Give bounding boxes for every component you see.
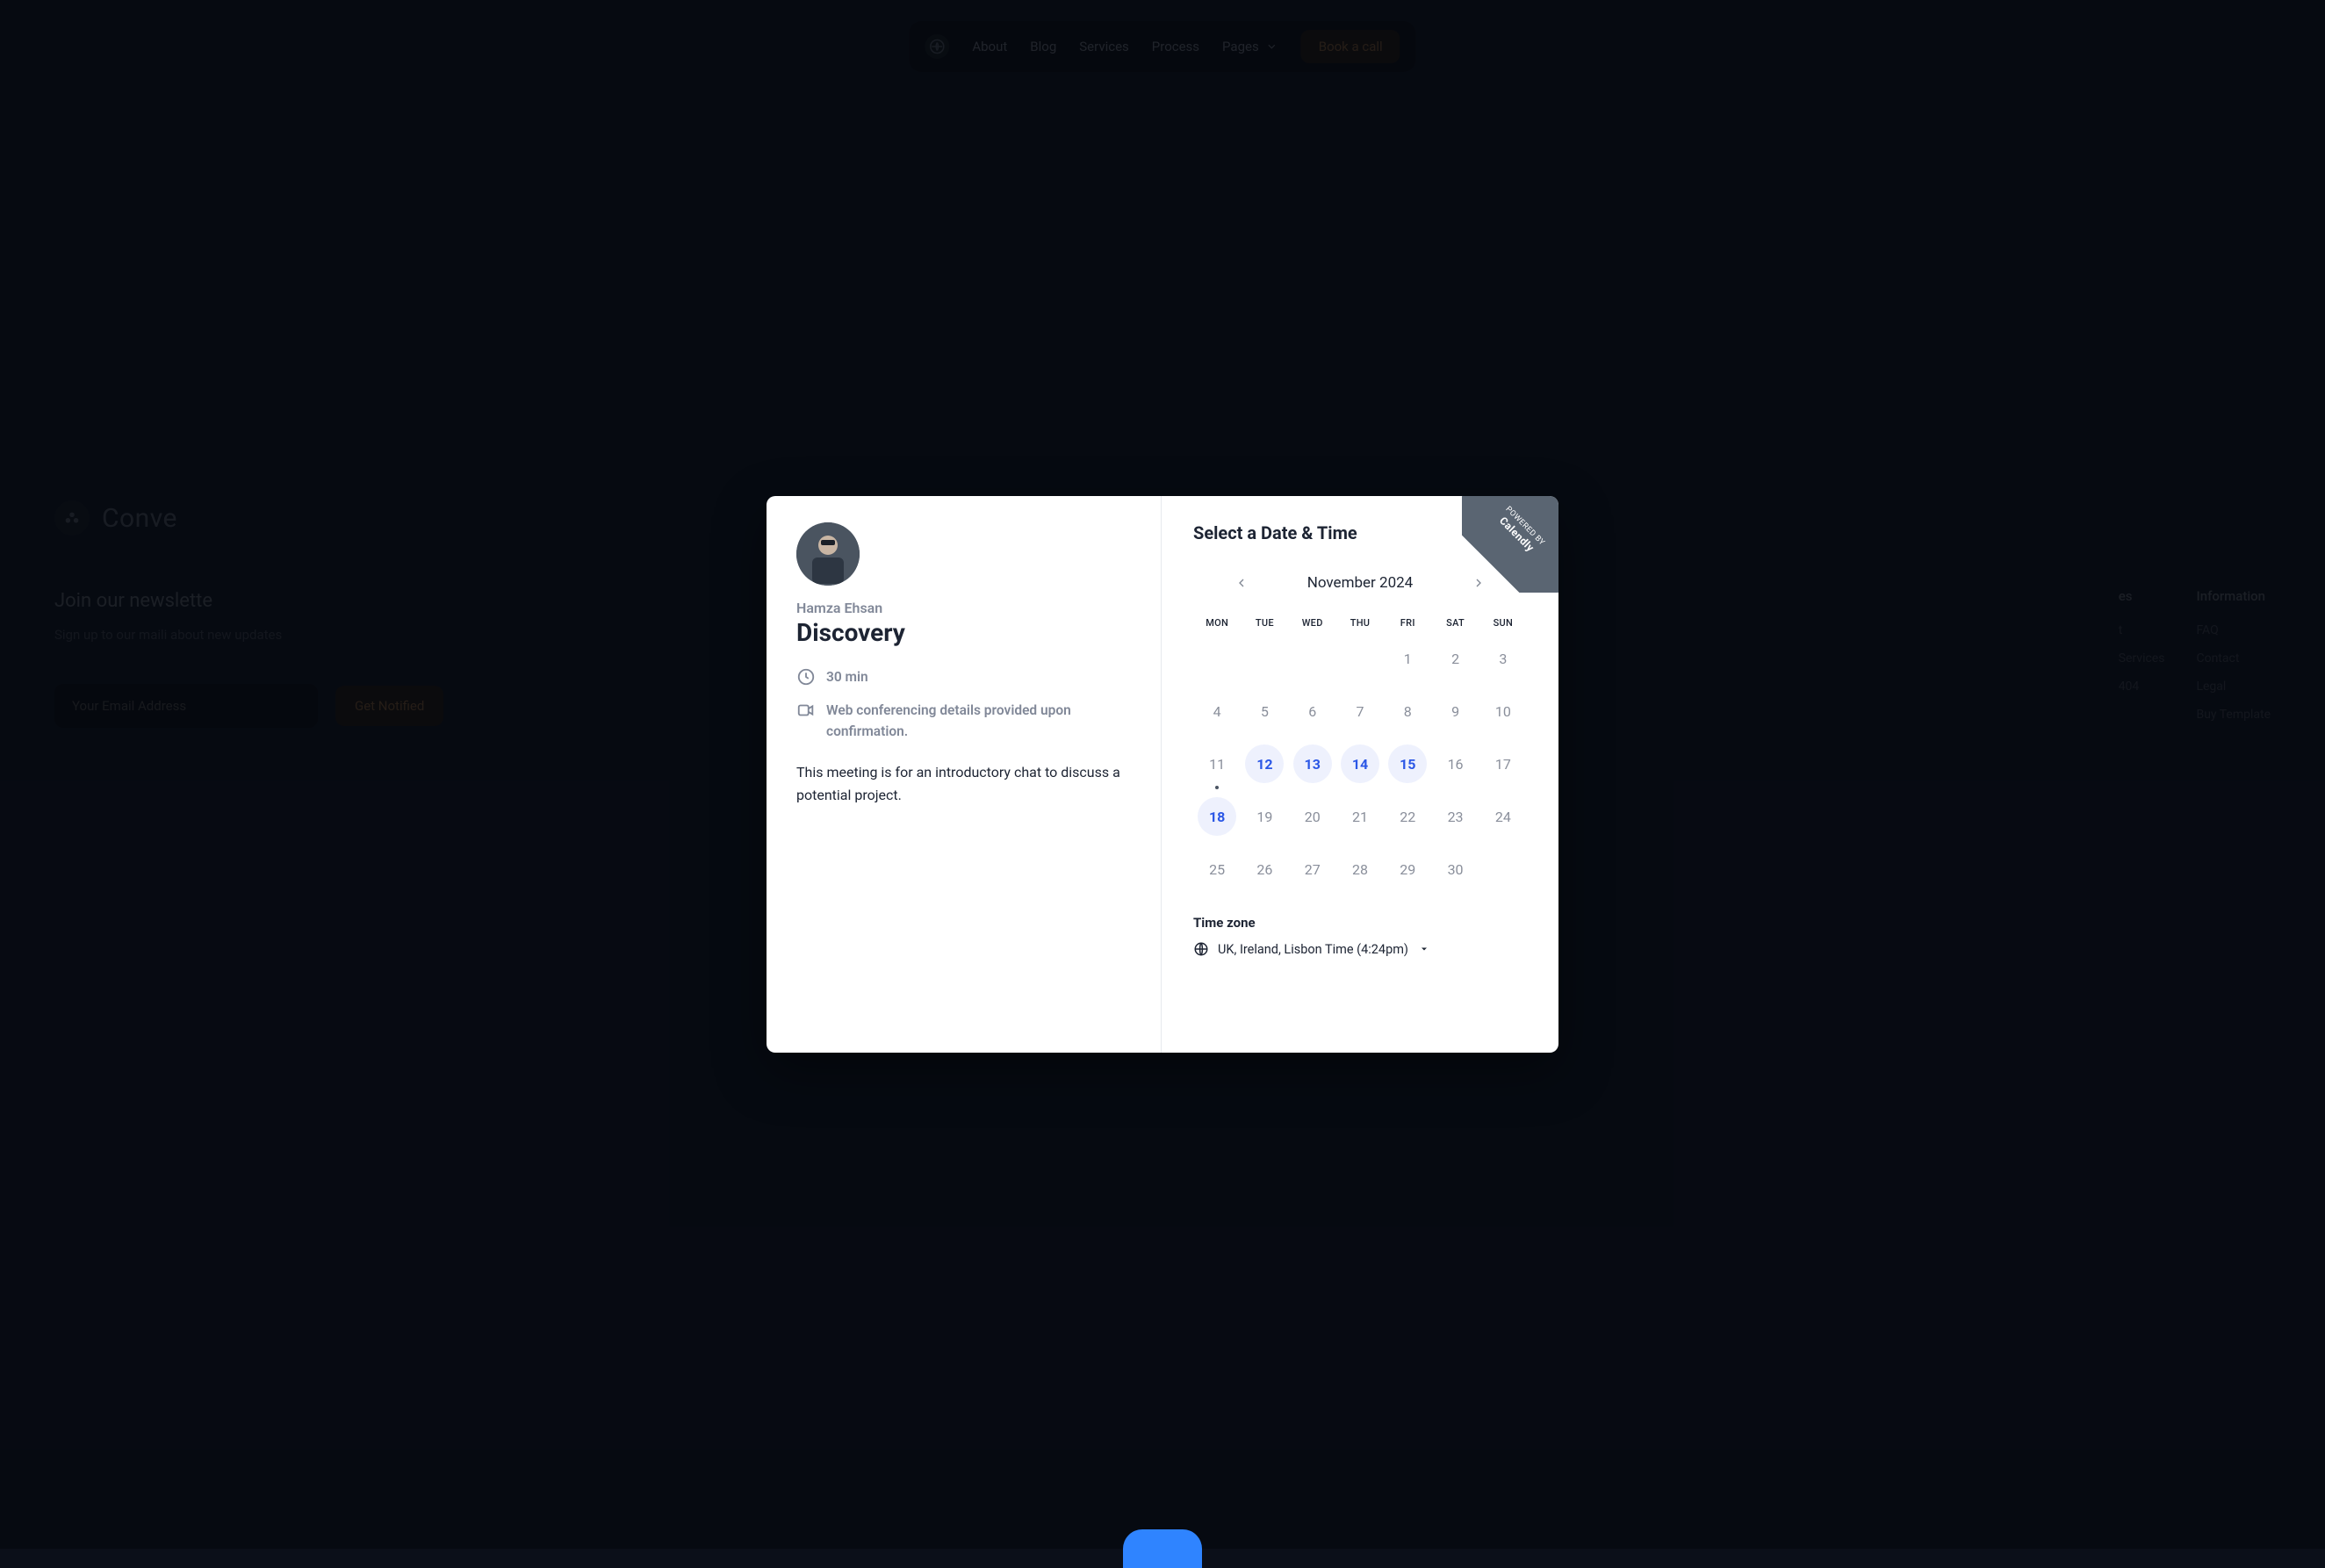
calendar-day: 19 xyxy=(1241,797,1288,836)
video-icon xyxy=(796,701,816,720)
timezone-value: UK, Ireland, Lisbon Time (4:24pm) xyxy=(1218,942,1408,957)
weekday-label: MON xyxy=(1193,617,1241,629)
calendar-day: 23 xyxy=(1431,797,1479,836)
weekday-label: WED xyxy=(1289,617,1336,629)
calendar-day-today: 11 xyxy=(1193,744,1241,783)
calendar-panel: POWERED BYCalendly Select a Date & Time … xyxy=(1162,496,1558,1053)
calendar-day: 24 xyxy=(1479,797,1527,836)
calendar-day: 4 xyxy=(1193,692,1241,730)
globe-icon xyxy=(1193,941,1209,957)
select-date-title: Select a Date & Time xyxy=(1193,522,1527,543)
month-label: November 2024 xyxy=(1307,574,1414,592)
timezone-label: Time zone xyxy=(1193,915,1527,931)
weekday-label: SUN xyxy=(1479,617,1527,629)
calendar-day xyxy=(1193,639,1241,678)
chevron-left-icon xyxy=(1234,576,1249,590)
event-description: This meeting is for an introductory chat… xyxy=(796,761,1133,808)
calendar-day: 1 xyxy=(1384,639,1431,678)
calendar-day: 7 xyxy=(1336,692,1384,730)
weekday-label: SAT xyxy=(1431,617,1479,629)
caret-down-icon xyxy=(1419,944,1429,954)
calendar-day: 5 xyxy=(1241,692,1288,730)
calendar-day-available[interactable]: 18 xyxy=(1193,797,1241,836)
calendar-day: 16 xyxy=(1431,744,1479,783)
calendar-day: 9 xyxy=(1431,692,1479,730)
calendar-day: 17 xyxy=(1479,744,1527,783)
duration-text: 30 min xyxy=(826,666,868,687)
calendar-day: 30 xyxy=(1431,850,1479,888)
weekday-label: TUE xyxy=(1241,617,1288,629)
next-month-button[interactable] xyxy=(1465,570,1492,596)
scheduling-modal: Hamza Ehsan Discovery 30 min Web confere… xyxy=(767,496,1558,1053)
weekday-header: MONTUEWEDTHUFRISATSUN xyxy=(1193,617,1527,629)
calendar-day-available[interactable]: 12 xyxy=(1241,744,1288,783)
location-row: Web conferencing details provided upon c… xyxy=(796,700,1133,742)
calendar-day: 8 xyxy=(1384,692,1431,730)
calendar-day: 22 xyxy=(1384,797,1431,836)
duration-row: 30 min xyxy=(796,666,1133,687)
event-details-panel: Hamza Ehsan Discovery 30 min Web confere… xyxy=(767,496,1162,1053)
calendar-day: 28 xyxy=(1336,850,1384,888)
calendar-day xyxy=(1241,639,1288,678)
calendar-day-available[interactable]: 15 xyxy=(1384,744,1431,783)
calendar-day: 21 xyxy=(1336,797,1384,836)
calendar-day-available[interactable]: 13 xyxy=(1289,744,1336,783)
host-name: Hamza Ehsan xyxy=(796,600,1133,616)
prev-month-button[interactable] xyxy=(1228,570,1255,596)
calendar-day: 27 xyxy=(1289,850,1336,888)
weekday-label: FRI xyxy=(1384,617,1431,629)
host-avatar xyxy=(796,522,860,586)
calendar-day: 29 xyxy=(1384,850,1431,888)
event-title: Discovery xyxy=(796,618,1133,647)
clock-icon xyxy=(796,667,816,687)
calendar-day: 10 xyxy=(1479,692,1527,730)
calendar-day: 6 xyxy=(1289,692,1336,730)
calendar-day: 2 xyxy=(1431,639,1479,678)
chevron-right-icon xyxy=(1472,576,1486,590)
calendar-day xyxy=(1336,639,1384,678)
location-text: Web conferencing details provided upon c… xyxy=(826,700,1133,742)
calendar-day: 25 xyxy=(1193,850,1241,888)
timezone-selector[interactable]: UK, Ireland, Lisbon Time (4:24pm) xyxy=(1193,941,1527,957)
calendar-grid: 1234567891011121314151617181920212223242… xyxy=(1193,639,1527,888)
calendar-day xyxy=(1289,639,1336,678)
calendar-day: 3 xyxy=(1479,639,1527,678)
bottom-tab-indicator xyxy=(1123,1529,1202,1568)
weekday-label: THU xyxy=(1336,617,1384,629)
calendar-day-available[interactable]: 14 xyxy=(1336,744,1384,783)
timezone-section: Time zone UK, Ireland, Lisbon Time (4:24… xyxy=(1193,915,1527,957)
calendar-day: 20 xyxy=(1289,797,1336,836)
calendar-day: 26 xyxy=(1241,850,1288,888)
